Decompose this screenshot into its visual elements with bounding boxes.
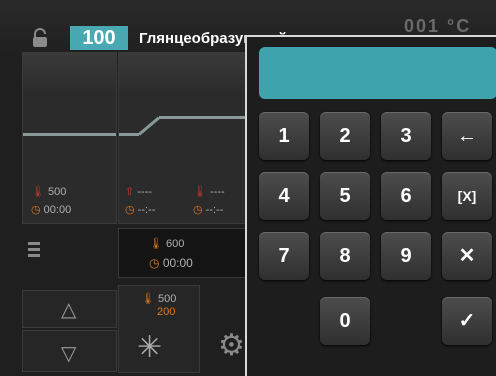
clock-icon: ◷ [193, 204, 203, 216]
down-arrow-icon: ▽ [61, 343, 77, 365]
settings-gear-icon[interactable]: ⚙ [218, 328, 245, 363]
up-arrow-icon: △ [61, 299, 77, 321]
program-number[interactable]: 100 [70, 26, 128, 50]
confirm-key[interactable]: ✓ [442, 297, 492, 345]
panel-heatup[interactable]: ⇧ ---- ◷ --:-- 🌡 ---- ◷ --:-- [118, 52, 247, 224]
heat-rate-icon: ⇧ [125, 186, 135, 198]
thermometer-icon: 🌡 [193, 186, 207, 198]
panel-predry[interactable]: 🌡 500 ◷ 00:00 [22, 52, 117, 224]
clock-icon: ◷ [149, 256, 160, 270]
hold-time: 00:00 [162, 256, 193, 270]
status-readout: 001 °C [404, 16, 472, 36]
key-0[interactable]: 0 [320, 297, 370, 345]
thermometer-icon: 🌡 [149, 238, 163, 250]
up-arrow-button[interactable]: △ [22, 290, 117, 328]
key-7[interactable]: 7 [259, 232, 309, 280]
cancel-key[interactable]: ✕ [442, 232, 492, 280]
predry-temp: 500 [48, 186, 67, 198]
cool-temp-top: 500 [158, 293, 177, 305]
menu-icon[interactable] [28, 242, 40, 257]
key-6[interactable]: 6 [381, 172, 431, 220]
backspace-key[interactable]: ← [442, 112, 492, 160]
hold-temp: 600 [166, 238, 185, 250]
cool-temp-bottom: 200 [157, 306, 176, 318]
keypad-display [259, 47, 496, 99]
heatup-temp-a: ---- [137, 186, 152, 198]
unlocked-padlock-icon[interactable] [30, 27, 52, 49]
predry-time: 00:00 [43, 204, 72, 216]
panel-cooling[interactable]: 🌡 500 200 ✳ [118, 285, 200, 373]
heatup-time-b: --:-- [205, 204, 224, 216]
clock-icon: ◷ [31, 204, 41, 216]
numeric-keypad-dialog: 1 2 3 ← 4 5 6 [X] 7 8 9 ✕ 0 ✓ [245, 35, 496, 376]
key-4[interactable]: 4 [259, 172, 309, 220]
key-1[interactable]: 1 [259, 112, 309, 160]
heatup-temp-b: ---- [210, 186, 225, 198]
key-2[interactable]: 2 [320, 112, 370, 160]
key-8[interactable]: 8 [320, 232, 370, 280]
loading-spinner-icon: ✳ [137, 331, 163, 364]
heatup-time-a: --:-- [137, 204, 156, 216]
clear-key[interactable]: [X] [442, 172, 492, 220]
key-9[interactable]: 9 [381, 232, 431, 280]
panel-hold[interactable]: 🌡 600 ◷ 00:00 [118, 228, 247, 278]
thermometer-icon: 🌡 [141, 293, 155, 305]
key-3[interactable]: 3 [381, 112, 431, 160]
thermometer-icon: 🌡 [31, 186, 45, 198]
clock-icon: ◷ [125, 204, 135, 216]
down-arrow-button[interactable]: ▽ [22, 330, 117, 372]
key-5[interactable]: 5 [320, 172, 370, 220]
